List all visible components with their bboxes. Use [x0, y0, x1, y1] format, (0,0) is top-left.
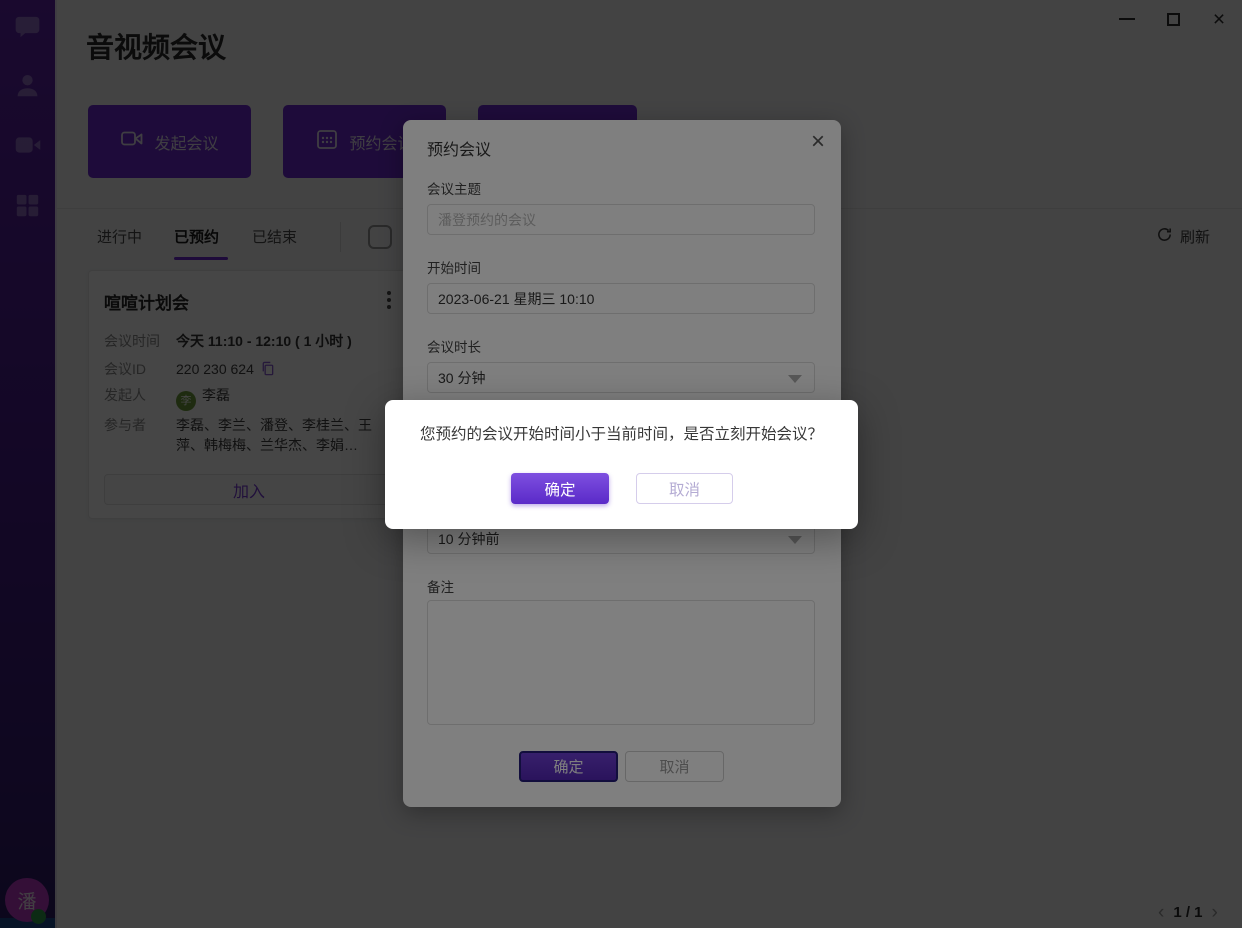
confirm-ok-button[interactable]: 确定	[511, 473, 609, 504]
confirm-message: 您预约的会议开始时间小于当前时间，是否立刻开始会议？	[385, 422, 858, 444]
app-window: 潘 × 音视频会议 发起会议 预约会议 进行中 已预约 已结束 刷新 喧喧计划会	[0, 0, 1242, 928]
confirm-cancel-button[interactable]: 取消	[636, 473, 733, 504]
confirm-dialog: 您预约的会议开始时间小于当前时间，是否立刻开始会议？ 确定 取消	[385, 400, 858, 529]
